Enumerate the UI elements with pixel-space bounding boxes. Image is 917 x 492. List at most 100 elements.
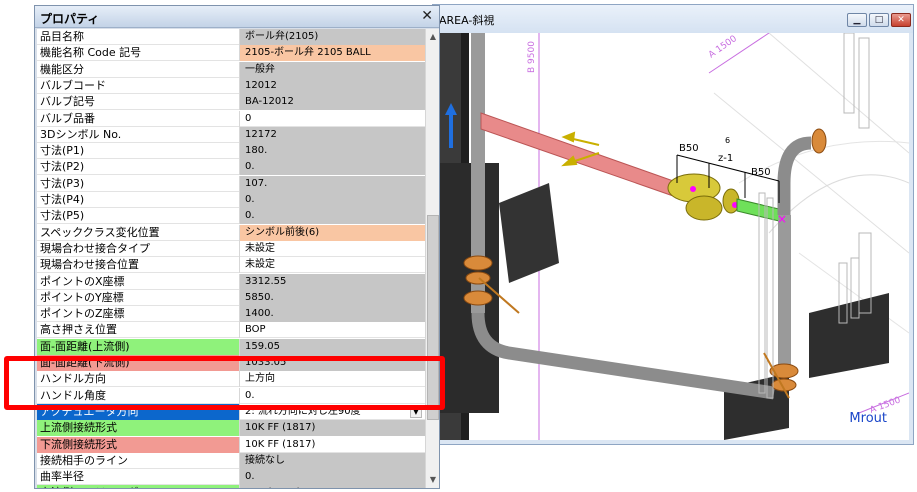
property-row[interactable]: 3Dシンボル No. 12172 [37, 126, 425, 143]
view-titlebar[interactable]: AREA-斜視 ▁ □ ✕ [433, 5, 913, 33]
screen: AREA-斜視 ▁ □ ✕ B 9500 A 1500 A 1500 × B50… [0, 0, 917, 492]
property-row[interactable]: ポイントのX座標 3312.55 [37, 273, 425, 290]
scroll-up-icon[interactable]: ▲ [426, 29, 440, 45]
dim-6: 6 [725, 136, 730, 145]
property-value[interactable]: 5850. [239, 289, 425, 306]
base-block-right [809, 293, 889, 378]
property-name: 上流側レーティング [37, 485, 239, 488]
property-value[interactable]: 180. [239, 143, 425, 160]
property-panel-title: プロパティ [40, 12, 100, 26]
property-value-text: BA-12012 [245, 96, 294, 108]
minimize-button[interactable]: ▁ [847, 13, 867, 27]
view-label: Mrout [849, 411, 887, 426]
property-value[interactable]: 一般弁 [239, 61, 425, 78]
property-value[interactable]: 10K FF (1817) [239, 420, 425, 437]
property-value[interactable]: 0. [239, 469, 425, 486]
3d-scene: B 9500 A 1500 A 1500 × B50 z-1 B50 6 [439, 33, 909, 440]
property-value-text: 未設定 [245, 242, 275, 254]
property-value-text: 0. [245, 194, 255, 205]
property-row[interactable]: 現場合わせ接合位置 未設定 [37, 257, 425, 274]
dimension-labels: B50 z-1 B50 6 [679, 136, 771, 178]
property-value-text: ボール弁(2105) [245, 31, 319, 42]
property-value[interactable]: 0. [239, 159, 425, 176]
maximize-button[interactable]: □ [869, 13, 889, 27]
property-value[interactable]: 159.05 [239, 338, 425, 355]
property-row[interactable]: 寸法(P2) 0. [37, 159, 425, 176]
property-value[interactable]: ボール弁(2105) [239, 29, 425, 45]
lower-horizontal-pipe [471, 312, 775, 400]
property-grid[interactable]: 品目名称 ボール弁(2105) 機能名称 Code 記号 2105-ボール弁 2105… [37, 29, 425, 488]
close-button[interactable]: ✕ [891, 13, 911, 27]
close-icon: ✕ [897, 15, 905, 25]
dim-b50-left: B50 [679, 143, 699, 154]
property-row[interactable]: 高さ押さえ位置 BOP [37, 322, 425, 339]
property-value[interactable]: 0. [239, 208, 425, 225]
property-name: 寸法(P2) [40, 160, 85, 174]
property-row[interactable]: 上流側接続形式 10K FF (1817) [37, 420, 425, 437]
3d-view-canvas[interactable]: B 9500 A 1500 A 1500 × B50 z-1 B50 6 Mro… [439, 33, 909, 440]
property-name: ポイントのZ座標 [40, 307, 125, 321]
property-row[interactable]: 下流側接続形式 10K FF (1817) [37, 436, 425, 453]
property-value[interactable]: 0. [239, 192, 425, 208]
property-row[interactable]: 品目名称 ボール弁(2105) [37, 29, 425, 45]
property-row[interactable]: 上流側レーティング 10K (1113) [37, 485, 425, 488]
property-value[interactable]: 3312.55 [239, 273, 425, 290]
dim-b9500: B 9500 [527, 41, 537, 73]
property-value[interactable]: 10K (1113) [239, 485, 425, 488]
property-value[interactable]: 未設定 [239, 240, 425, 257]
property-row[interactable]: 接続相手のライン 接続なし [37, 452, 425, 469]
property-value-text: 159.05 [245, 340, 280, 352]
property-value[interactable]: 12012 [239, 77, 425, 94]
property-value-text: シンボル前後(6) [245, 226, 320, 238]
property-row[interactable]: 寸法(P3) 107. [37, 175, 425, 192]
property-name: 機能区分 [40, 62, 84, 76]
property-value[interactable]: 12172 [239, 126, 425, 143]
property-value[interactable]: BA-12012 [239, 94, 425, 111]
property-value-text: 0. [245, 471, 255, 483]
view-window[interactable]: AREA-斜視 ▁ □ ✕ B 9500 A 1500 A 1500 × B50… [432, 4, 914, 445]
property-panel[interactable]: プロパティ ✕ 品目名称 ボール弁(2105) 機能名称 Code 記号 2105-ボ… [34, 5, 440, 489]
property-panel-titlebar[interactable]: プロパティ ✕ [35, 6, 439, 28]
property-value[interactable]: 1400. [239, 306, 425, 323]
property-row[interactable]: 面-面距離(上流側) 159.05 [37, 338, 425, 355]
property-row[interactable]: バルブコード 12012 [37, 77, 425, 94]
property-value[interactable]: 10K FF (1817) [239, 436, 425, 453]
property-row[interactable]: 寸法(P5) 0. [37, 208, 425, 225]
flange [463, 290, 493, 306]
property-value[interactable]: 2105-ボール弁 2105 BALL [239, 45, 425, 62]
property-value[interactable]: 0 [239, 110, 425, 127]
property-value-text: 0. [245, 161, 255, 173]
property-row[interactable]: バルブ記号 BA-12012 [37, 94, 425, 111]
property-value[interactable]: 107. [239, 175, 425, 192]
property-row[interactable]: ポイントのY座標 5850. [37, 289, 425, 306]
property-name: 高さ押さえ位置 [40, 323, 117, 337]
property-value[interactable]: 未設定 [239, 257, 425, 274]
property-value[interactable]: BOP [239, 322, 425, 339]
property-row[interactable]: 機能区分 一般弁 [37, 61, 425, 78]
property-row[interactable]: スペッククラス変化位置 シンボル前後(6) [37, 224, 425, 241]
property-row[interactable]: 現場合わせ接合タイプ 未設定 [37, 240, 425, 257]
property-row[interactable]: 寸法(P1) 180. [37, 143, 425, 160]
property-value[interactable]: シンボル前後(6) [239, 224, 425, 241]
property-row[interactable]: 曲率半径 0. [37, 469, 425, 486]
property-row[interactable]: バルブ品番 0 [37, 110, 425, 127]
property-value-text: 2105-ボール弁 2105 BALL [245, 47, 371, 59]
property-name: 接続相手のライン [40, 453, 128, 467]
property-name: 機能名称 Code 記号 [40, 46, 142, 60]
property-name: バルブ品番 [40, 111, 95, 125]
property-value-text: 1400. [245, 308, 274, 320]
vertical-scrollbar[interactable]: ▲ ▼ [425, 29, 439, 488]
scroll-down-icon[interactable]: ▼ [426, 472, 440, 488]
downstream-pipe [480, 112, 680, 199]
property-name: 寸法(P1) [40, 144, 85, 158]
minimize-icon: ▁ [853, 15, 861, 25]
property-value-text: 未設定 [245, 259, 275, 271]
close-icon[interactable]: ✕ [421, 8, 433, 24]
property-row[interactable]: 機能名称 Code 記号 2105-ボール弁 2105 BALL [37, 45, 425, 62]
property-value[interactable]: 接続なし [239, 452, 425, 469]
property-row[interactable]: 寸法(P4) 0. [37, 192, 425, 208]
property-row[interactable]: ポイントのZ座標 1400. [37, 306, 425, 323]
property-name: バルブコード [40, 78, 106, 92]
vertical-pipe-left [471, 33, 485, 263]
point-marker [690, 186, 696, 192]
